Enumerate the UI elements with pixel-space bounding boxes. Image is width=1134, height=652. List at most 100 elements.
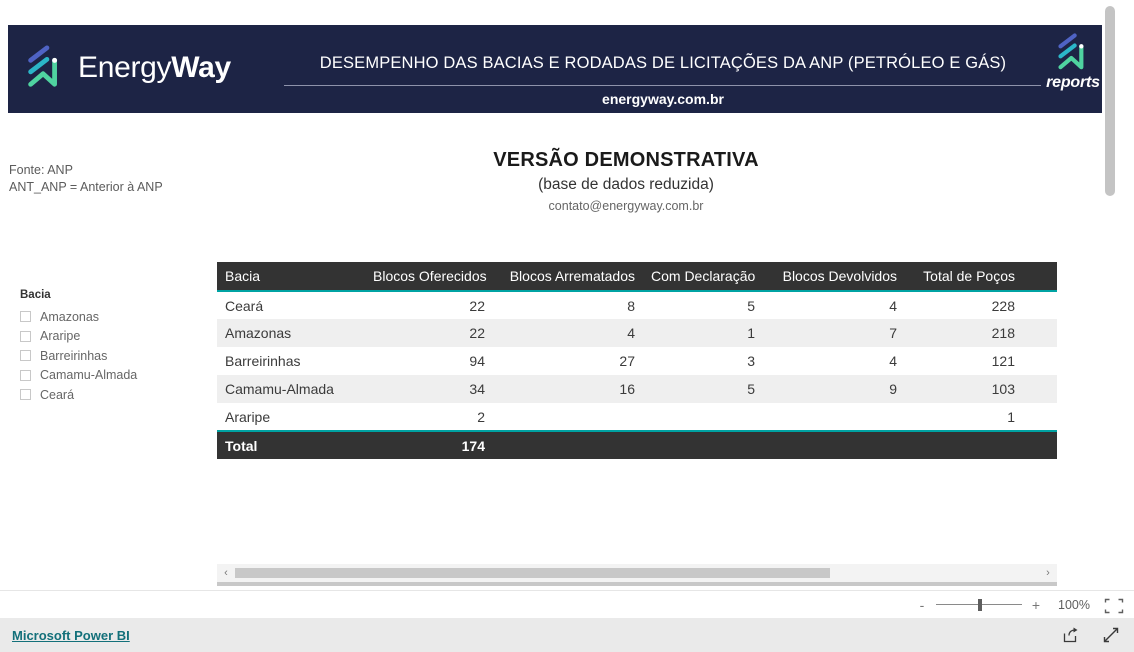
slicer-item-barreirinhas[interactable]: Barreirinhas bbox=[20, 346, 195, 366]
demo-title: VERSÃO DEMONSTRATIVA bbox=[493, 149, 759, 171]
table-visual[interactable]: Bacia Blocos Oferecidos Blocos Arrematados… bbox=[217, 262, 1057, 460]
slicer-item-label: Araripe bbox=[40, 329, 81, 344]
energyway-reports-logo-icon bbox=[1034, 33, 1112, 73]
table-cell-value bbox=[1023, 375, 1057, 403]
table-cell-value: 1 bbox=[643, 319, 763, 347]
checkbox-icon[interactable] bbox=[20, 369, 31, 381]
demo-notice: VERSÃO DEMONSTRATIVA (base de dados redu… bbox=[416, 149, 836, 213]
table-cell-value: 4 bbox=[889, 353, 897, 369]
zoom-slider-handle[interactable] bbox=[978, 598, 983, 611]
table-cell-value: 8 bbox=[627, 297, 635, 314]
banner-divider bbox=[284, 85, 1041, 86]
table-cell-value: 121 bbox=[991, 353, 1015, 369]
reports-label: reports bbox=[1046, 74, 1100, 91]
chevron-right-icon[interactable]: › bbox=[1039, 564, 1057, 582]
report-vertical-scrollbar[interactable] bbox=[1102, 0, 1118, 590]
table-cell-value: 2 bbox=[477, 408, 485, 425]
fullscreen-icon[interactable] bbox=[1102, 626, 1120, 644]
table-row[interactable]: Barreirinhas 94 27 3 4 121 bbox=[217, 347, 1057, 375]
share-icon[interactable] bbox=[1062, 626, 1080, 644]
slicer-item-amazonas[interactable]: Amazonas bbox=[20, 307, 195, 327]
brand-name-first: Energy bbox=[78, 51, 172, 84]
brand-name-second: Way bbox=[171, 51, 231, 84]
table-cell-bacia: Barreirinhas bbox=[225, 353, 301, 369]
table-column-header[interactable] bbox=[1023, 262, 1057, 292]
table-cell-value: 218 bbox=[905, 319, 1023, 347]
report-banner: EnergyWay DESEMPENHO DAS BACIAS E RODADA… bbox=[8, 25, 1118, 113]
checkbox-icon[interactable] bbox=[20, 311, 31, 323]
slicer-item-label: Barreirinhas bbox=[40, 348, 108, 363]
table-cell-value: 5 bbox=[643, 375, 763, 403]
table-cell-value: 5 bbox=[747, 297, 755, 314]
table-cell-value: 94 bbox=[469, 353, 485, 369]
table-column-header[interactable]: Blocos Oferecidos bbox=[365, 262, 493, 292]
report-canvas: EnergyWay DESEMPENHO DAS BACIAS E RODADA… bbox=[0, 0, 1118, 590]
table-cell-value bbox=[1023, 403, 1057, 431]
hscroll-track[interactable] bbox=[235, 568, 1039, 578]
table-column-header[interactable]: Total de Poços bbox=[905, 262, 1023, 292]
chevron-left-icon[interactable]: ‹ bbox=[217, 564, 235, 582]
table-cell-value: 4 bbox=[493, 319, 643, 347]
zoom-slider[interactable] bbox=[936, 598, 1022, 612]
table-row[interactable]: Amazonas 22 4 1 7 218 bbox=[217, 319, 1057, 347]
table-cell-value: 27 bbox=[619, 353, 635, 369]
banner-title: DESEMPENHO DAS BACIAS E RODADAS DE LICIT… bbox=[319, 54, 1007, 72]
total-value bbox=[905, 430, 1023, 459]
table-cell-bacia: Ceará bbox=[225, 297, 264, 314]
table-cell-value bbox=[1023, 319, 1057, 347]
checkbox-icon[interactable] bbox=[20, 350, 31, 362]
zoom-out-button[interactable]: - bbox=[914, 598, 930, 612]
table-cell-value: 22 bbox=[365, 319, 493, 347]
table-horizontal-scrollbar[interactable]: ‹ › bbox=[217, 564, 1057, 582]
checkbox-icon[interactable] bbox=[20, 330, 31, 342]
table-total-row: Total 174 bbox=[217, 430, 1057, 459]
table-cell-value bbox=[493, 403, 643, 431]
report-footer: Microsoft Power BI bbox=[0, 618, 1134, 652]
table-cell-value: 16 bbox=[493, 375, 643, 403]
checkbox-icon[interactable] bbox=[20, 389, 31, 401]
table-column-header[interactable]: Blocos Arrematados bbox=[493, 262, 643, 292]
table-visual-bottom-edge bbox=[217, 582, 1057, 586]
total-value: 174 bbox=[365, 430, 493, 459]
total-value bbox=[493, 430, 643, 459]
source-note-line-2: ANT_ANP = Anterior à ANP bbox=[9, 180, 163, 194]
total-value bbox=[1023, 430, 1057, 459]
powerbi-link[interactable]: Microsoft Power BI bbox=[12, 628, 130, 643]
table-column-header[interactable]: Blocos Devolvidos bbox=[763, 262, 905, 292]
table-cell-value: 103 bbox=[905, 375, 1023, 403]
table-header-row: Bacia Blocos Oferecidos Blocos Arrematados… bbox=[217, 262, 1057, 292]
table-cell-value: 7 bbox=[763, 319, 905, 347]
slicer-item-araripe[interactable]: Araripe bbox=[20, 327, 195, 347]
report-vertical-scroll-thumb[interactable] bbox=[1105, 6, 1115, 196]
table-cell-bacia: Camamu-Almada bbox=[217, 375, 365, 403]
table-row[interactable]: Camamu-Almada 34 16 5 9 103 bbox=[217, 375, 1057, 403]
slicer-item-label: Ceará bbox=[40, 387, 75, 402]
slicer-item-camamu-almada[interactable]: Camamu-Almada bbox=[20, 366, 195, 386]
table-row[interactable]: Ceará 22 8 5 4 228 bbox=[217, 291, 1057, 319]
source-notes: Fonte: ANP ANT_ANP = Anterior à ANP bbox=[9, 162, 163, 196]
brand-lockup: EnergyWay bbox=[22, 45, 231, 91]
zoom-bar: - + 100% bbox=[0, 590, 1134, 618]
source-note-line-1: Fonte: ANP bbox=[9, 163, 73, 177]
table-cell-value: 3 bbox=[747, 353, 755, 369]
hscroll-thumb[interactable] bbox=[235, 568, 830, 578]
contact-email: contato@energyway.com.br bbox=[548, 199, 704, 213]
table-cell-value: 9 bbox=[763, 375, 905, 403]
total-label: Total bbox=[217, 430, 365, 459]
total-value bbox=[763, 430, 905, 459]
slicer-item-cear-[interactable]: Ceará bbox=[20, 385, 195, 405]
zoom-percent-label: 100% bbox=[1058, 597, 1090, 612]
fit-to-page-icon[interactable] bbox=[1104, 598, 1124, 613]
table-column-header[interactable]: Com Declaração bbox=[643, 262, 763, 292]
zoom-in-button[interactable]: + bbox=[1028, 598, 1044, 612]
demo-subtitle: (base de dados reduzida) bbox=[538, 176, 714, 193]
footer-actions bbox=[1062, 626, 1134, 644]
slicer-bacia: Bacia Amazonas Araripe Barreirinhas Camamu-… bbox=[20, 289, 195, 405]
table-column-header[interactable]: Bacia bbox=[217, 262, 365, 292]
table-cell-value bbox=[1023, 291, 1057, 319]
table-row[interactable]: Araripe 2 1 bbox=[217, 403, 1057, 431]
table-cell-value bbox=[643, 403, 763, 431]
table-cell-value: 34 bbox=[365, 375, 493, 403]
banner-website: energyway.com.br bbox=[602, 91, 724, 107]
bacia-table: Bacia Blocos Oferecidos Blocos Arrematados… bbox=[217, 262, 1057, 459]
